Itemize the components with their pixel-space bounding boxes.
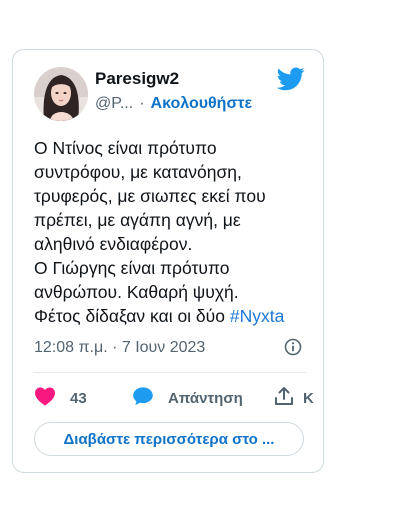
tweet-card: Paresigw2 @P... · Ακολουθήστε Ο Ντίνος είν…: [12, 49, 324, 473]
avatar[interactable]: [34, 67, 88, 121]
tweet-text: Ο Ντίνος είναι πρότυπο συντρόφου, με κατ…: [34, 136, 314, 328]
share-icon: [273, 385, 295, 411]
tweet-text-line: πρέπει, με αγάπη αγνή, με: [34, 210, 241, 230]
hashtag-link[interactable]: #Nyxta: [230, 306, 284, 326]
tweet-text-line: Ο Γιώργης είναι πρότυπο: [34, 258, 230, 278]
tweet-text-line: Ο Ντίνος είναι πρότυπο: [34, 138, 217, 158]
reply-button[interactable]: Απάντηση: [132, 386, 243, 410]
share-label: Κ: [303, 389, 314, 407]
divider: [34, 372, 306, 373]
read-more-button[interactable]: Διαβάστε περισσότερα στο ...: [34, 422, 304, 456]
share-button[interactable]: Κ: [273, 386, 314, 410]
heart-icon: [34, 386, 56, 410]
tweet-text-line: αληθινό ενδιαφέρον.: [34, 234, 193, 254]
separator-dot: ·: [139, 95, 145, 112]
twitter-bird-icon[interactable]: [276, 67, 305, 91]
tweet-text-line: συντρόφου, με κατανόηση,: [34, 162, 242, 182]
follow-link[interactable]: Ακολουθήστε: [151, 95, 253, 112]
reply-bubble-icon: [132, 386, 154, 410]
like-button[interactable]: 43: [34, 386, 87, 410]
author-handle[interactable]: @P...: [95, 95, 133, 112]
tweet-actions: 43 Απάντηση Κ: [34, 386, 314, 410]
tweet-text-line: τρυφερός, με σιωπες εκεί που: [34, 186, 266, 206]
author-display-name[interactable]: Paresigw2: [95, 69, 179, 89]
tweet-text-line: ανθρώπου. Καθαρή ψυχή.: [34, 282, 239, 302]
like-count: 43: [70, 389, 87, 407]
tweet-text-line: Φέτος δίδαξαν και οι δύο: [34, 306, 225, 326]
reply-label: Απάντηση: [168, 389, 243, 407]
tweet-timestamp[interactable]: 12:08 π.μ. · 7 Ιουν 2023: [34, 339, 205, 357]
tweet-text-last-line: Φέτος δίδαξαν και οι δύο #Nyxta: [34, 304, 314, 328]
author-subline: @P... · Ακολουθήστε: [95, 95, 252, 113]
info-icon[interactable]: [283, 337, 303, 357]
